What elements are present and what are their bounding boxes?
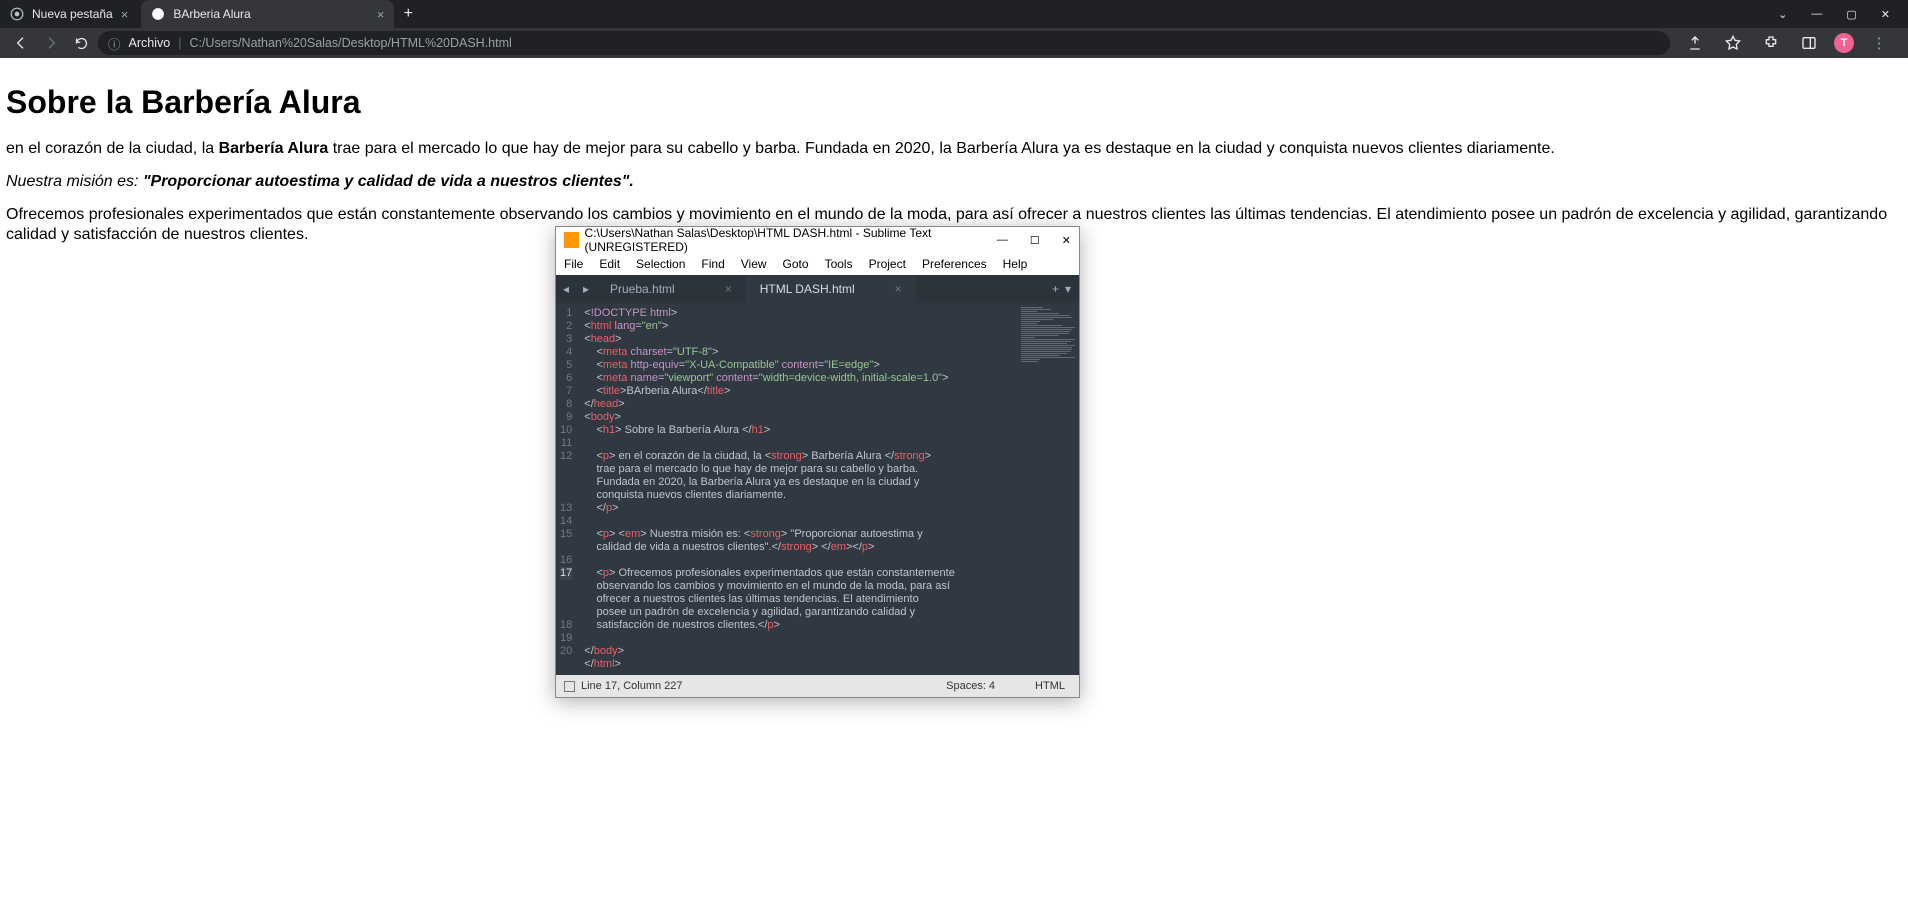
chevron-down-icon[interactable]: ⌄ [1778,8,1787,21]
tab-title: BArberia Alura [173,7,250,21]
tab-title: Nueva pestaña [32,7,113,21]
menu-help[interactable]: Help [1003,257,1028,271]
maximize-icon[interactable]: ☐ [1030,234,1040,247]
info-icon[interactable]: ⓘ [108,34,121,53]
panel-switcher-icon[interactable] [564,681,575,692]
reload-button[interactable] [68,30,94,56]
editor-tab-prueba[interactable]: Prueba.html × [596,275,746,303]
sidepanel-icon[interactable] [1796,30,1822,56]
sublime-titlebar[interactable]: C:\Users\Nathan Salas\Desktop\HTML DASH.… [556,227,1079,253]
close-icon[interactable]: ✕ [1881,8,1890,21]
menu-find[interactable]: Find [701,257,724,271]
new-tab-button[interactable]: + [394,0,422,28]
line-gutter: 1234567891011121314151617181920 [556,303,578,675]
window-controls: ⌄ ― ▢ ✕ [1760,0,1908,28]
status-cursor: Line 17, Column 227 [581,680,683,692]
minimize-icon[interactable]: ― [1811,8,1822,20]
menu-goto[interactable]: Goto [783,257,809,271]
close-icon[interactable]: × [895,282,902,296]
add-tab-icon[interactable]: + [1052,282,1059,296]
tab-dropdown-icon[interactable]: ▾ [1065,282,1071,296]
forward-button[interactable] [38,30,64,56]
menu-edit[interactable]: Edit [599,257,620,271]
browser-tab-new[interactable]: Nueva pestaña × [0,0,138,28]
chrome-icon [10,7,24,21]
menu-preferences[interactable]: Preferences [922,257,987,271]
close-icon[interactable]: × [725,282,732,296]
browser-tab-active[interactable]: BArberia Alura × [141,0,394,28]
paragraph-intro: en el corazón de la ciudad, la Barbería … [6,139,1902,158]
code-area[interactable]: <!DOCTYPE html> <html lang="en"> <head> … [578,303,1017,675]
url-scheme: Archivo [129,36,171,50]
restore-icon[interactable]: ▢ [1846,8,1856,21]
menu-icon[interactable]: ⋮ [1866,30,1892,56]
status-syntax[interactable]: HTML [1035,680,1065,692]
sublime-title: C:\Users\Nathan Salas\Desktop\HTML DASH.… [585,226,997,254]
close-icon[interactable]: × [377,7,385,22]
menu-tools[interactable]: Tools [825,257,853,271]
page-title: Sobre la Barbería Alura [6,84,1902,121]
status-spaces[interactable]: Spaces: 4 [946,680,995,692]
browser-tab-bar: Nueva pestaña × BArberia Alura × + ⌄ ― ▢… [0,0,1908,28]
sublime-logo-icon [564,232,579,248]
sublime-statusbar: Line 17, Column 227 Spaces: 4 HTML [556,675,1079,697]
extensions-icon[interactable] [1758,30,1784,56]
divider: | [178,36,181,50]
url-path: C:/Users/Nathan%20Salas/Desktop/HTML%20D… [189,36,511,50]
browser-nav-bar: ⓘ Archivo | C:/Users/Nathan%20Salas/Desk… [0,28,1908,58]
menu-file[interactable]: File [564,257,583,271]
minimize-icon[interactable]: ― [997,234,1008,247]
close-icon[interactable]: × [121,7,129,22]
minimap[interactable] [1017,303,1079,675]
menu-selection[interactable]: Selection [636,257,685,271]
paragraph-mission: Nuestra misión es: "Proporcionar autoest… [6,172,1902,191]
sublime-window: C:\Users\Nathan Salas\Desktop\HTML DASH.… [555,226,1080,698]
nav-right-icon[interactable]: ▸ [576,275,596,303]
nav-left-icon[interactable]: ◂ [556,275,576,303]
share-icon[interactable] [1682,30,1708,56]
editor-body: 1234567891011121314151617181920 <!DOCTYP… [556,303,1079,675]
menu-view[interactable]: View [741,257,767,271]
bookmark-icon[interactable] [1720,30,1746,56]
sublime-menubar: File Edit Selection Find View Goto Tools… [556,253,1079,275]
address-bar[interactable]: ⓘ Archivo | C:/Users/Nathan%20Salas/Desk… [98,31,1670,55]
page-icon [151,7,165,21]
editor-tab-dash[interactable]: HTML DASH.html × [746,275,916,303]
close-icon[interactable]: ✕ [1062,234,1071,247]
profile-avatar[interactable]: T [1834,33,1854,53]
back-button[interactable] [8,30,34,56]
menu-project[interactable]: Project [869,257,906,271]
sublime-tabrow: ◂ ▸ Prueba.html × HTML DASH.html × + ▾ [556,275,1079,303]
